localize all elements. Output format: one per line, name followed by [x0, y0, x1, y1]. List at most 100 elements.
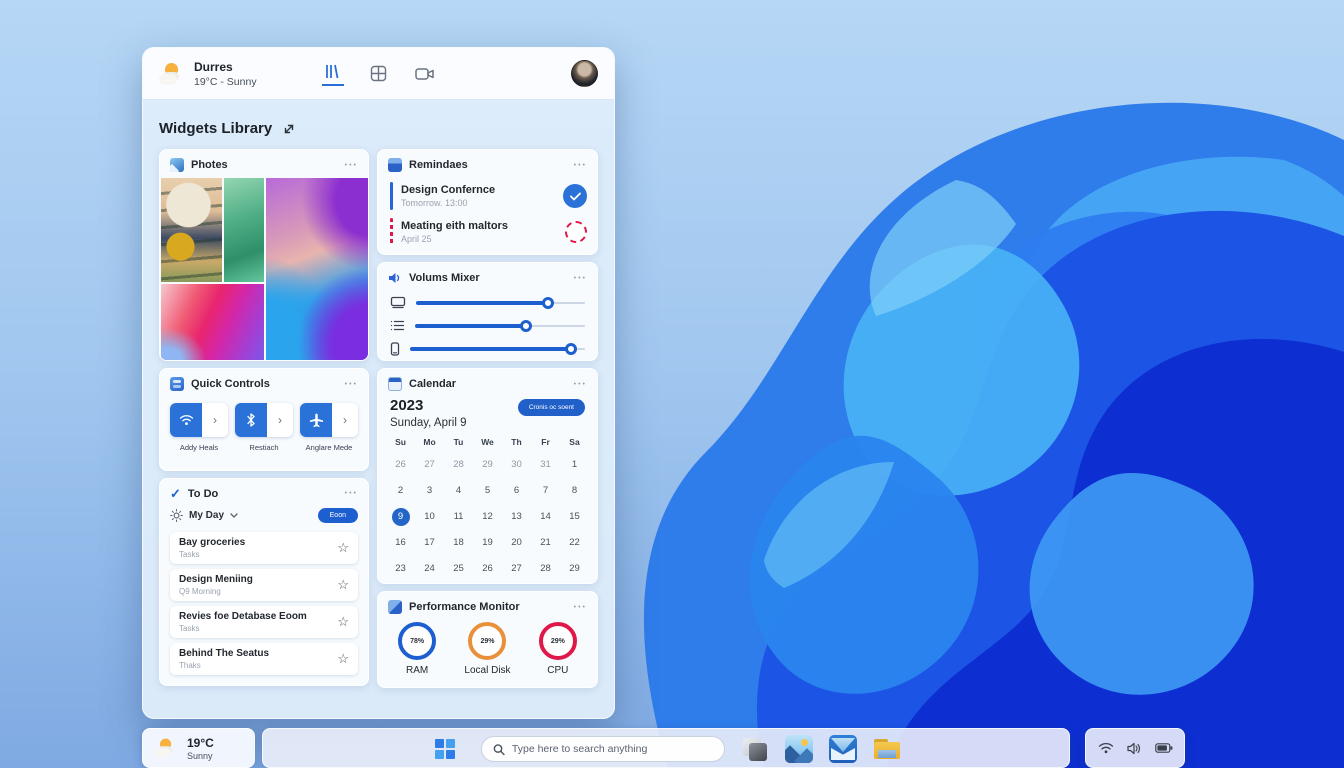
todo-check-icon: ✓ — [170, 486, 181, 501]
calendar-day[interactable]: 22 — [560, 534, 589, 551]
volume-slider-display[interactable] — [416, 296, 585, 309]
search-input[interactable] — [511, 743, 713, 755]
calendar-day[interactable]: 8 — [560, 482, 589, 499]
expand-icon[interactable] — [282, 122, 296, 136]
calendar-day[interactable]: 14 — [531, 508, 560, 525]
calendar-day[interactable]: 28 — [444, 456, 473, 473]
calendar-day[interactable]: 1 — [560, 456, 589, 473]
taskbar-app-photos[interactable] — [785, 735, 813, 763]
calendar-day[interactable]: 18 — [444, 534, 473, 551]
sun-cloud-icon — [154, 738, 177, 758]
reminder-open-toggle[interactable] — [565, 221, 587, 243]
volume-tray-icon[interactable] — [1126, 742, 1142, 755]
volume-slider-phone[interactable] — [410, 342, 585, 355]
taskbar-app-layers[interactable] — [741, 735, 769, 763]
quick-controls-menu-button[interactable]: ••• — [345, 381, 358, 388]
calendar-day[interactable]: 15 — [560, 508, 589, 525]
calendar-day-selected[interactable]: 9 — [386, 507, 415, 526]
todo-menu-button[interactable]: ••• — [345, 490, 358, 497]
calendar-day[interactable]: 28 — [531, 560, 560, 577]
battery-tray-icon[interactable] — [1154, 743, 1173, 753]
wifi-toggle-button[interactable] — [170, 403, 202, 437]
calendar-day[interactable]: 26 — [386, 456, 415, 473]
airplane-toggle-button[interactable] — [300, 403, 332, 437]
calendar-day[interactable]: 29 — [473, 456, 502, 473]
star-icon[interactable]: ☆ — [337, 614, 349, 630]
taskbar-app-mail[interactable] — [829, 735, 857, 763]
wifi-tray-icon[interactable] — [1098, 742, 1114, 754]
photos-menu-button[interactable]: ••• — [345, 162, 358, 169]
volume-mixer-menu-button[interactable]: ••• — [574, 275, 587, 282]
tab-widgets-library[interactable] — [321, 62, 344, 86]
calendar-day[interactable]: 4 — [444, 482, 473, 499]
calendar-day[interactable]: 26 — [473, 560, 502, 577]
calendar-day[interactable]: 17 — [415, 534, 444, 551]
reminder-item[interactable]: Meating eith maltors April 25 — [378, 214, 597, 250]
system-tray[interactable] — [1085, 728, 1185, 768]
photo-purple-wave[interactable] — [265, 178, 368, 360]
calendar-day[interactable]: 2 — [386, 482, 415, 499]
calendar-day[interactable]: 30 — [502, 456, 531, 473]
calendar-day[interactable]: 29 — [560, 560, 589, 577]
tab-widgets-grid[interactable] — [368, 62, 390, 86]
taskbar-search[interactable] — [481, 736, 725, 762]
todo-done-button[interactable]: Eoon — [317, 508, 358, 523]
airplane-expand-button[interactable]: › — [332, 403, 358, 437]
calendar-day[interactable]: 12 — [473, 508, 502, 525]
calendar-day[interactable]: 11 — [444, 508, 473, 525]
calendar-day[interactable]: 6 — [502, 482, 531, 499]
chevron-down-icon[interactable] — [230, 513, 238, 518]
star-icon[interactable]: ☆ — [337, 577, 349, 593]
calendar-day[interactable]: 20 — [502, 534, 531, 551]
calendar-widget: Calendar ••• 20 23 Sunday, April 9 Cronis… — [377, 368, 598, 584]
performance-menu-button[interactable]: ••• — [574, 604, 587, 611]
photo-green-water[interactable] — [223, 178, 264, 282]
calendar-day[interactable]: 25 — [444, 560, 473, 577]
task-item[interactable]: Design Meniing Q9 Morning ☆ — [170, 569, 358, 601]
task-item[interactable]: Behind The Seatus Thaks ☆ — [170, 643, 358, 675]
gauge-value: 29% — [480, 637, 495, 645]
reminder-done-toggle[interactable] — [563, 184, 587, 208]
star-icon[interactable]: ☆ — [337, 651, 349, 667]
calendar-day[interactable]: 10 — [415, 508, 444, 525]
calendar-day[interactable]: 5 — [473, 482, 502, 499]
calendar-day[interactable]: 27 — [415, 456, 444, 473]
calendar-day[interactable]: 24 — [415, 560, 444, 577]
reminders-menu-button[interactable]: ••• — [574, 162, 587, 169]
quick-control-label: Addy Heals — [179, 443, 219, 452]
calendar-day[interactable]: 27 — [502, 560, 531, 577]
calendar-day[interactable]: 21 — [531, 534, 560, 551]
start-button[interactable] — [435, 739, 455, 759]
calendar-day[interactable]: 31 — [531, 456, 560, 473]
calendar-day[interactable]: 19 — [473, 534, 502, 551]
airplane-icon — [309, 413, 323, 427]
taskbar-weather-widget[interactable]: 19°C Sunny — [142, 728, 255, 768]
calendar-day[interactable]: 16 — [386, 534, 415, 551]
bluetooth-expand-button[interactable]: › — [267, 403, 293, 437]
performance-monitor-widget: Performance Monitor ••• 78% RAM 29% Loca… — [377, 591, 598, 688]
task-item[interactable]: Bay groceries Tasks ☆ — [170, 532, 358, 564]
taskbar-app-file-explorer[interactable] — [873, 735, 901, 763]
reminder-item[interactable]: Design Confernce Tomorrow. 13:00 — [378, 178, 597, 214]
todo-list-selector[interactable]: My Day — [189, 510, 224, 521]
calendar-day[interactable]: 3 — [415, 482, 444, 499]
reminder-title: Meating eith maltors — [401, 220, 508, 232]
calendar-day[interactable]: 13 — [502, 508, 531, 525]
header-weather[interactable]: Durres 19°C - Sunny — [159, 60, 257, 88]
calendar-day[interactable]: 7 — [531, 482, 560, 499]
star-icon[interactable]: ☆ — [337, 540, 349, 556]
user-avatar[interactable] — [571, 60, 598, 87]
photo-pink-gradient[interactable] — [161, 283, 264, 360]
bluetooth-toggle-button[interactable] — [235, 403, 267, 437]
create-event-button[interactable]: Cronis oc soent — [517, 399, 585, 416]
windows-logo-icon — [435, 750, 444, 759]
calendar-menu-button[interactable]: ••• — [574, 381, 587, 388]
photo-beach[interactable] — [161, 178, 222, 282]
tab-capture[interactable] — [414, 62, 436, 86]
taskbar-temp: 19°C — [187, 735, 214, 750]
task-item[interactable]: Revies foe Detabase Eoom Tasks ☆ — [170, 606, 358, 638]
volume-slider-apps[interactable] — [415, 319, 585, 332]
calendar-day[interactable]: 23 — [386, 560, 415, 577]
widget-title: Remindaes — [409, 159, 468, 171]
wifi-expand-button[interactable]: › — [202, 403, 228, 437]
